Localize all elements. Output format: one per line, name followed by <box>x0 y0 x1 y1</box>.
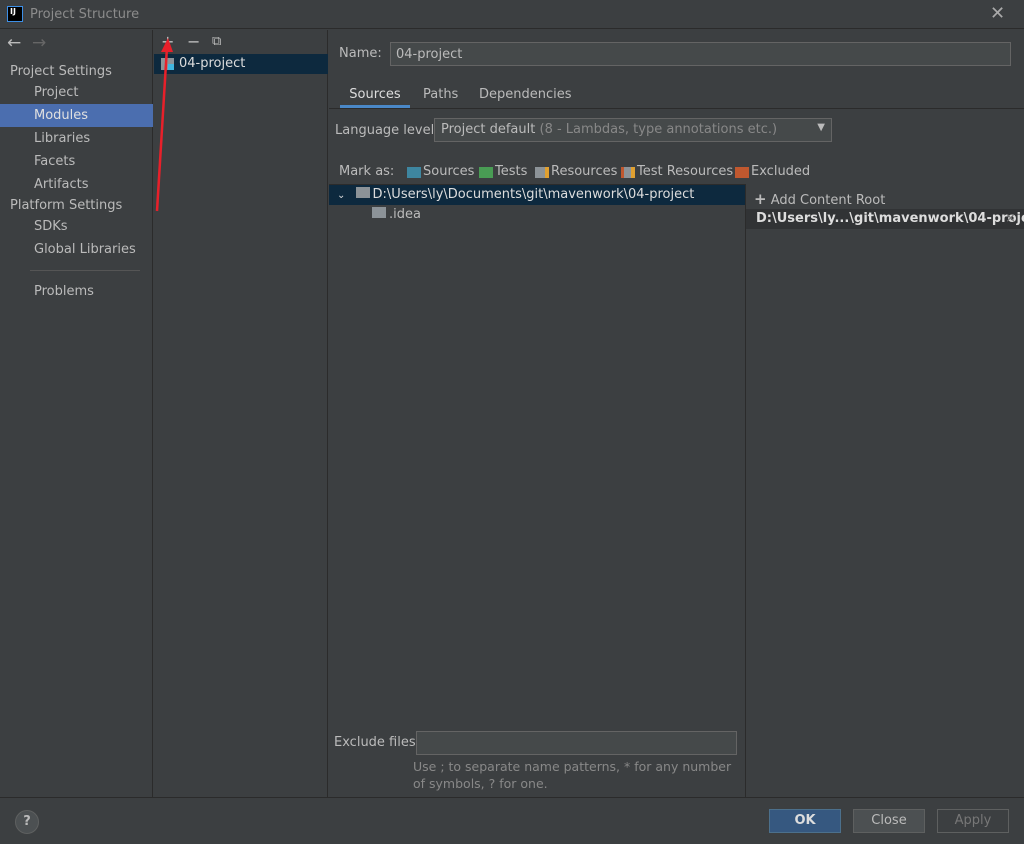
divider <box>30 270 140 271</box>
mark-as-label: Mark as: <box>339 164 395 179</box>
tests-folder-icon <box>479 166 493 178</box>
module-details <box>329 30 1024 797</box>
tab-sources[interactable]: Sources <box>340 86 410 108</box>
content-root-item[interactable]: D:\Users\ly...\git\mavenwork\04-project … <box>746 209 1024 229</box>
tab-paths[interactable]: Paths <box>423 86 458 108</box>
sidebar-item-sdks[interactable]: SDKs <box>0 215 153 238</box>
tree-item-idea[interactable]: .idea <box>372 205 421 225</box>
sources-folder-icon <box>407 166 421 178</box>
apply-button[interactable]: Apply <box>937 809 1009 833</box>
section-project-settings: Project Settings <box>10 64 112 79</box>
mark-excluded-button[interactable]: Excluded <box>735 164 810 180</box>
title-bar: IJ Project Structure ✕ <box>0 0 1024 29</box>
tab-dependencies[interactable]: Dependencies <box>479 86 572 108</box>
label: Test Resources <box>637 164 734 179</box>
language-level-select[interactable]: Project default (8 - Lambdas, type annot… <box>434 118 832 142</box>
intellij-logo-icon: IJ <box>7 6 23 22</box>
add-content-root-button[interactable]: + Add Content Root <box>754 190 885 208</box>
help-button[interactable]: ? <box>15 810 39 834</box>
exclude-files-label: Exclude files: <box>334 735 421 750</box>
tree-item-label: .idea <box>389 207 421 222</box>
remove-icon[interactable]: − <box>187 32 200 51</box>
language-level-value: Project default <box>441 122 536 137</box>
window-title: Project Structure <box>30 7 140 22</box>
module-name: 04-project <box>179 56 246 71</box>
label: Add Content Root <box>770 193 886 208</box>
plus-icon: + <box>754 190 767 208</box>
mark-tests-button[interactable]: Tests <box>479 164 527 180</box>
copy-icon[interactable]: ⧉ <box>212 34 221 49</box>
label: Sources <box>423 164 475 179</box>
remove-root-icon[interactable]: × <box>1005 209 1016 229</box>
folder-icon <box>355 187 370 198</box>
exclude-hint: Use ; to separate name patterns, * for a… <box>413 759 732 791</box>
name-label: Name: <box>339 46 382 61</box>
section-platform-settings: Platform Settings <box>10 198 123 213</box>
name-input[interactable] <box>390 42 1011 66</box>
divider <box>329 108 1024 109</box>
excluded-folder-icon <box>735 166 749 178</box>
language-level-hint: (8 - Lambdas, type annotations etc.) <box>539 122 778 137</box>
label: Resources <box>551 164 618 179</box>
close-icon[interactable]: ✕ <box>990 3 1005 24</box>
tree-root-row[interactable]: ⌄ D:\Users\ly\Documents\git\mavenwork\04… <box>329 185 745 205</box>
chevron-down-icon: ▼ <box>817 122 825 133</box>
mark-resources-button[interactable]: Resources <box>535 164 617 180</box>
sidebar-item-libraries[interactable]: Libraries <box>0 127 153 150</box>
ok-button[interactable]: OK <box>769 809 841 833</box>
sidebar-item-problems[interactable]: Problems <box>0 280 153 303</box>
tree-root-label: D:\Users\ly\Documents\git\mavenwork\04-p… <box>372 187 695 202</box>
folder-icon <box>372 207 386 218</box>
sidebar-item-artifacts[interactable]: Artifacts <box>0 173 153 196</box>
close-button[interactable]: Close <box>853 809 925 833</box>
label: Tests <box>495 164 528 179</box>
sidebar-item-global-libraries[interactable]: Global Libraries <box>0 238 153 261</box>
mark-test-resources-button[interactable]: Test Resources <box>621 164 733 180</box>
back-arrow-icon[interactable]: ← <box>7 33 21 53</box>
chevron-down-icon: ⌄ <box>337 190 346 201</box>
language-level-label: Language level: <box>335 123 439 138</box>
resources-folder-icon <box>535 166 549 178</box>
sidebar-item-modules[interactable]: Modules <box>0 104 153 127</box>
red-arrow-annotation <box>155 38 173 212</box>
module-list-item[interactable]: 04-project <box>154 54 328 74</box>
forward-arrow-icon[interactable]: → <box>32 33 46 53</box>
sidebar-item-project[interactable]: Project <box>0 81 153 104</box>
sidebar-item-facets[interactable]: Facets <box>0 150 153 173</box>
settings-sidebar: ← → Project Settings Project Modules Lib… <box>0 30 153 797</box>
modules-panel: + − ⧉ <box>154 30 328 797</box>
divider <box>745 184 746 797</box>
mark-sources-button[interactable]: Sources <box>407 164 474 180</box>
content-root-path: D:\Users\ly...\git\mavenwork\04-project <box>756 211 1024 226</box>
exclude-files-input[interactable] <box>416 731 737 755</box>
test-resources-folder-icon <box>621 166 635 178</box>
label: Excluded <box>751 164 811 179</box>
